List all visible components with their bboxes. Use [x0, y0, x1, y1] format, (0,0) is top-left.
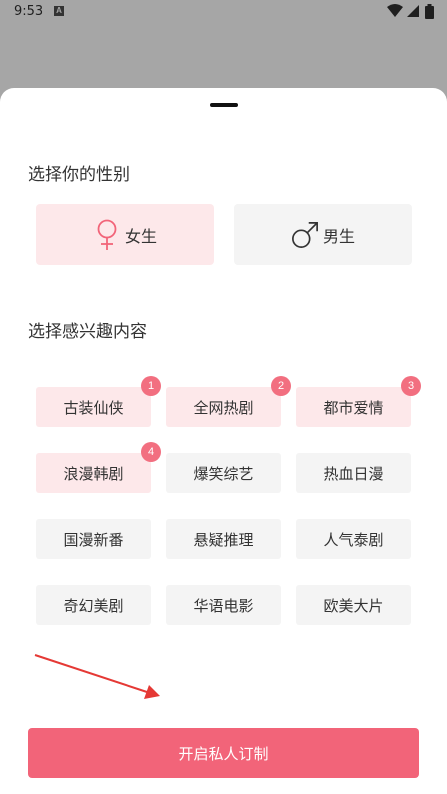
wifi-icon	[387, 4, 403, 17]
status-time: 9:53	[14, 4, 44, 19]
battery-icon	[425, 4, 434, 19]
annotation-arrow-icon	[34, 654, 160, 699]
preference-sheet: 选择你的性别 女生 男生 选择感兴趣内容 古装仙侠 1 全网热剧 2 都市爱情 …	[0, 88, 447, 794]
start-custom-button[interactable]: 开启私人订制	[28, 728, 419, 778]
status-bar: 9:53 A	[0, 0, 447, 24]
signal-icon	[407, 5, 419, 17]
notification-a-icon: A	[54, 6, 64, 16]
